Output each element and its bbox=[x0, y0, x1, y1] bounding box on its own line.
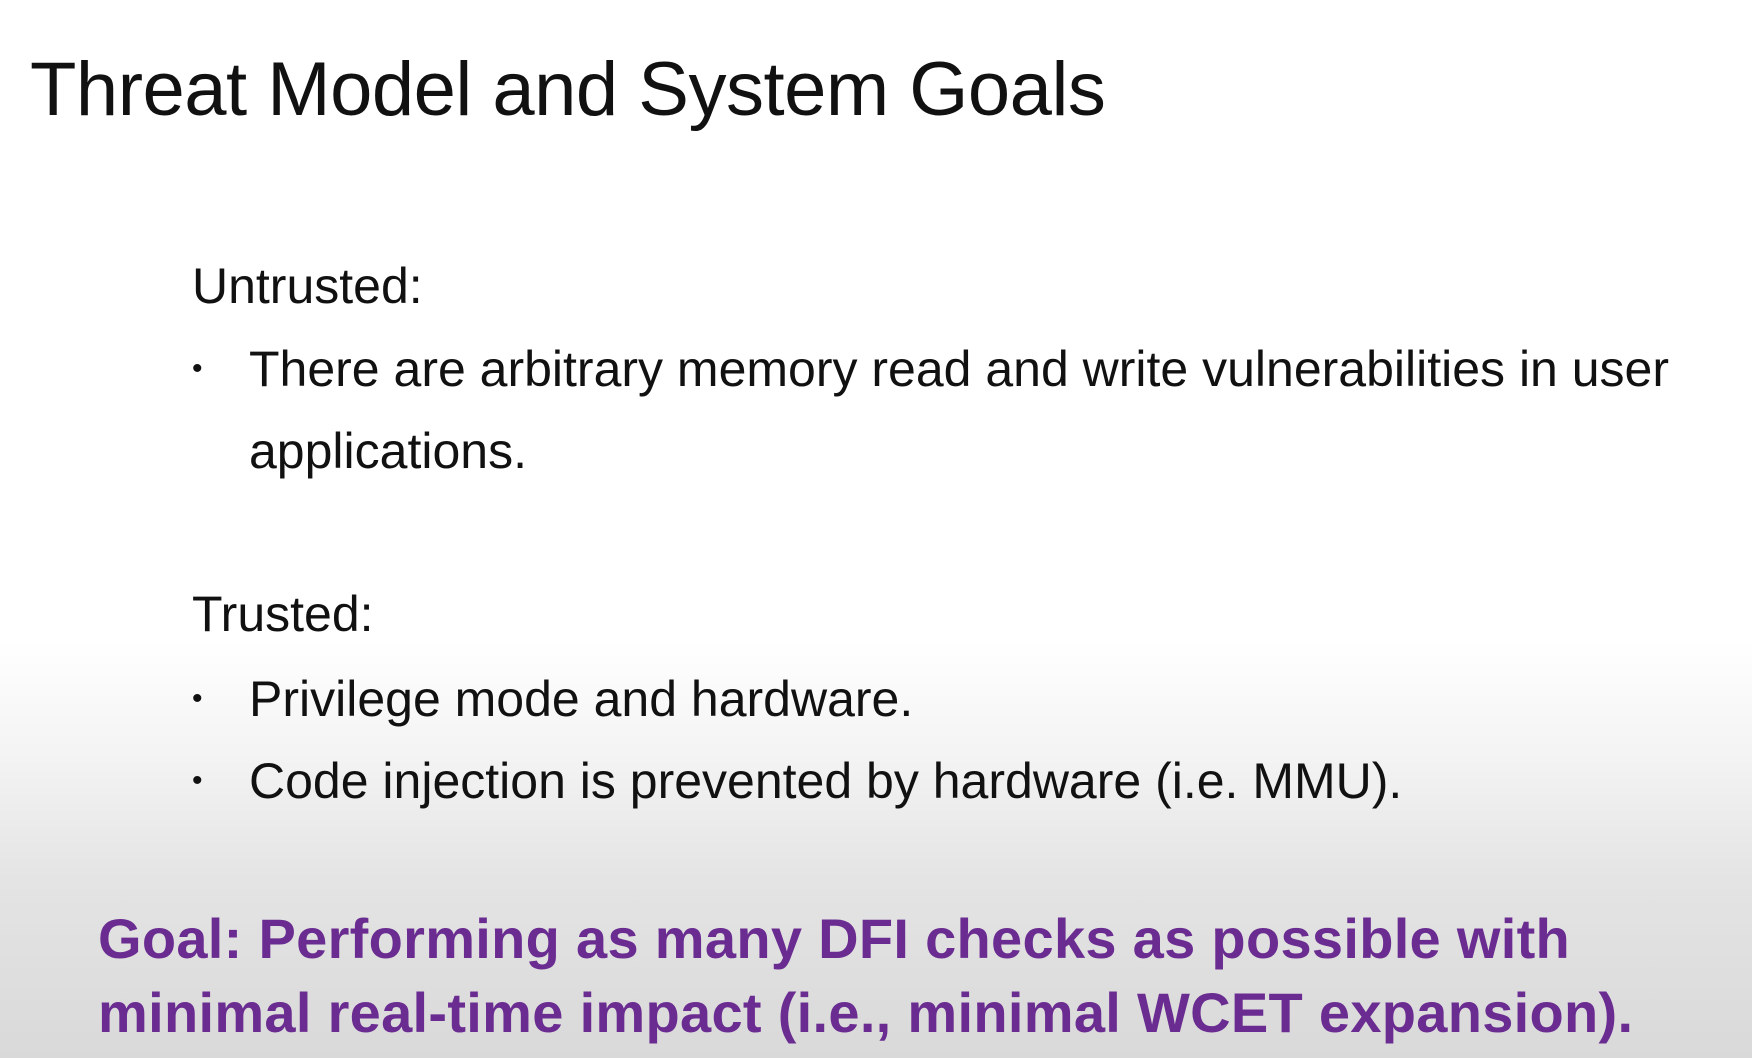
goal-statement: Goal: Performing as many DFI checks as p… bbox=[98, 907, 1634, 1044]
slide-title: Threat Model and System Goals bbox=[30, 47, 1106, 132]
untrusted-bullet-1: • There are arbitrary memory read and wr… bbox=[192, 328, 1692, 492]
trusted-bullet-2: • Code injection is prevented by hardwar… bbox=[192, 740, 1692, 822]
bullet-text: There are arbitrary memory read and writ… bbox=[249, 341, 1670, 479]
untrusted-heading: Untrusted: bbox=[192, 258, 423, 314]
bullet-text: Code injection is prevented by hardware … bbox=[249, 753, 1403, 809]
bullet-icon: • bbox=[192, 764, 203, 797]
trusted-bullet-1: • Privilege mode and hardware. bbox=[192, 658, 1692, 740]
bullet-text: Privilege mode and hardware. bbox=[249, 671, 914, 727]
bullet-icon: • bbox=[192, 352, 203, 385]
slide: Threat Model and System Goals Untrusted:… bbox=[0, 0, 1752, 1058]
trusted-heading: Trusted: bbox=[192, 586, 374, 642]
bullet-icon: • bbox=[192, 682, 203, 715]
